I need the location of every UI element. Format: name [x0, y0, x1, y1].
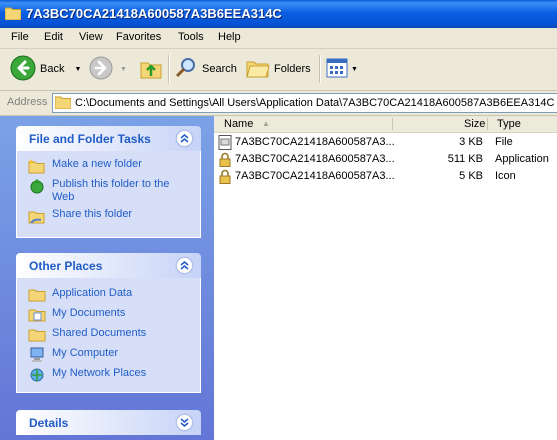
- column-header-name[interactable]: Name: [224, 116, 253, 132]
- file-name: 7A3BC70CA21418A600587A3...: [235, 170, 395, 182]
- share-folder-icon: [28, 208, 46, 224]
- details-panel: Details: [16, 410, 201, 435]
- back-arrow-icon: [10, 55, 36, 84]
- task-share-folder[interactable]: Share this folder: [28, 208, 132, 224]
- other-places-panel: Other Places Application Data My Documen…: [16, 253, 201, 393]
- place-my-network-places[interactable]: My Network Places: [28, 367, 146, 383]
- place-shared-documents[interactable]: Shared Documents: [28, 327, 146, 343]
- place-my-documents[interactable]: My Documents: [28, 307, 125, 323]
- column-divider[interactable]: [487, 118, 488, 130]
- place-label: My Computer: [52, 347, 119, 359]
- forward-button[interactable]: ▼: [89, 54, 127, 84]
- search-button[interactable]: Search: [175, 54, 237, 84]
- folder-icon: [28, 287, 46, 303]
- panel-title: File and Folder Tasks: [29, 132, 151, 146]
- column-header-bar: Name ▲ Size Type: [214, 116, 557, 133]
- folders-button[interactable]: Folders: [246, 54, 311, 84]
- views-icon: [326, 58, 348, 81]
- menu-view[interactable]: View: [79, 31, 103, 43]
- place-label: Shared Documents: [52, 327, 147, 339]
- address-bar: Address C:\Documents and Settings\All Us…: [0, 91, 557, 116]
- folder-icon: [4, 6, 22, 23]
- locked-file-icon: [218, 169, 232, 187]
- task-label: Publish this folder to the Web: [52, 178, 170, 203]
- address-input[interactable]: C:\Documents and Settings\All Users\Appl…: [52, 93, 557, 113]
- file-list[interactable]: Name ▲ Size Type 7A3BC70CA21418A600587A3…: [214, 116, 557, 440]
- panel-title: Other Places: [29, 259, 103, 273]
- back-button[interactable]: Back ▼: [10, 54, 81, 84]
- menu-help[interactable]: Help: [218, 31, 241, 43]
- file-row[interactable]: 7A3BC70CA21418A600587A3... 5 KB Icon: [214, 168, 557, 185]
- menu-bar: File Edit View Favorites Tools Help: [0, 28, 557, 49]
- collapse-chevron-icon[interactable]: [176, 130, 193, 147]
- task-label: Share this folder: [52, 208, 133, 220]
- column-divider[interactable]: [392, 118, 393, 130]
- menu-edit[interactable]: Edit: [44, 31, 63, 43]
- search-label: Search: [202, 63, 237, 75]
- forward-dropdown-icon[interactable]: ▼: [120, 66, 127, 73]
- place-label: My Network Places: [52, 367, 147, 379]
- column-header-size[interactable]: Size: [464, 116, 485, 132]
- place-application-data[interactable]: Application Data: [28, 287, 132, 303]
- folders-icon: [246, 57, 270, 82]
- menu-file[interactable]: File: [11, 31, 29, 43]
- folder-icon: [54, 95, 72, 112]
- back-dropdown-icon[interactable]: ▼: [74, 66, 81, 73]
- place-label: My Documents: [52, 307, 126, 319]
- file-size: 5 KB: [459, 170, 483, 182]
- other-places-header[interactable]: Other Places: [16, 253, 201, 278]
- network-places-icon: [28, 367, 46, 383]
- file-type: Icon: [495, 170, 516, 182]
- title-bar[interactable]: 7A3BC70CA21418A600587A3B6EEA314C: [0, 0, 557, 28]
- file-type: Application: [495, 153, 549, 165]
- panel-body: Make a new folder Publish this folder to…: [16, 151, 201, 238]
- toolbar: Back ▼ ▼ Search Folders ▼: [0, 49, 557, 91]
- publish-web-icon: [28, 178, 46, 194]
- expand-chevron-icon[interactable]: [176, 414, 193, 431]
- views-dropdown-icon[interactable]: ▼: [351, 66, 358, 73]
- toolbar-separator: [319, 55, 321, 83]
- menu-favorites[interactable]: Favorites: [116, 31, 161, 43]
- menu-tools[interactable]: Tools: [178, 31, 204, 43]
- up-folder-button[interactable]: [139, 54, 163, 84]
- place-label: Application Data: [52, 287, 133, 299]
- file-folder-tasks-header[interactable]: File and Folder Tasks: [16, 126, 201, 151]
- window-title: 7A3BC70CA21418A600587A3B6EEA314C: [26, 6, 282, 21]
- file-row[interactable]: 7A3BC70CA21418A600587A3... 511 KB Applic…: [214, 151, 557, 168]
- file-type: File: [495, 136, 513, 148]
- address-value: C:\Documents and Settings\All Users\Appl…: [75, 97, 555, 109]
- task-label: Make a new folder: [52, 158, 142, 170]
- views-button[interactable]: ▼: [326, 54, 358, 84]
- collapse-chevron-icon[interactable]: [176, 257, 193, 274]
- computer-icon: [28, 347, 46, 363]
- task-make-new-folder[interactable]: Make a new folder: [28, 158, 142, 174]
- new-folder-icon: [28, 158, 46, 174]
- task-publish-folder[interactable]: Publish this folder to the Web: [28, 178, 182, 204]
- folder-icon: [28, 327, 46, 343]
- back-label: Back: [40, 63, 65, 75]
- file-name: 7A3BC70CA21418A600587A3...: [235, 136, 395, 148]
- file-name: 7A3BC70CA21418A600587A3...: [235, 153, 395, 165]
- column-header-type[interactable]: Type: [497, 116, 521, 132]
- forward-arrow-icon: [89, 56, 113, 83]
- place-my-computer[interactable]: My Computer: [28, 347, 118, 363]
- task-pane: File and Folder Tasks Make a new folder …: [0, 116, 214, 440]
- file-row[interactable]: 7A3BC70CA21418A600587A3... 3 KB File: [214, 134, 557, 151]
- sort-ascending-icon: ▲: [262, 119, 270, 128]
- panel-body: Application Data My Documents Shared Doc…: [16, 278, 201, 393]
- details-header[interactable]: Details: [16, 410, 201, 435]
- file-size: 3 KB: [459, 136, 483, 148]
- folders-label: Folders: [274, 63, 311, 75]
- search-icon: [175, 57, 197, 82]
- toolbar-separator: [168, 55, 170, 83]
- file-size: 511 KB: [447, 153, 483, 165]
- address-label: Address: [7, 96, 48, 108]
- file-folder-tasks-panel: File and Folder Tasks Make a new folder …: [16, 126, 201, 238]
- up-folder-icon: [139, 56, 163, 83]
- my-documents-icon: [28, 307, 46, 323]
- panel-title: Details: [29, 416, 69, 430]
